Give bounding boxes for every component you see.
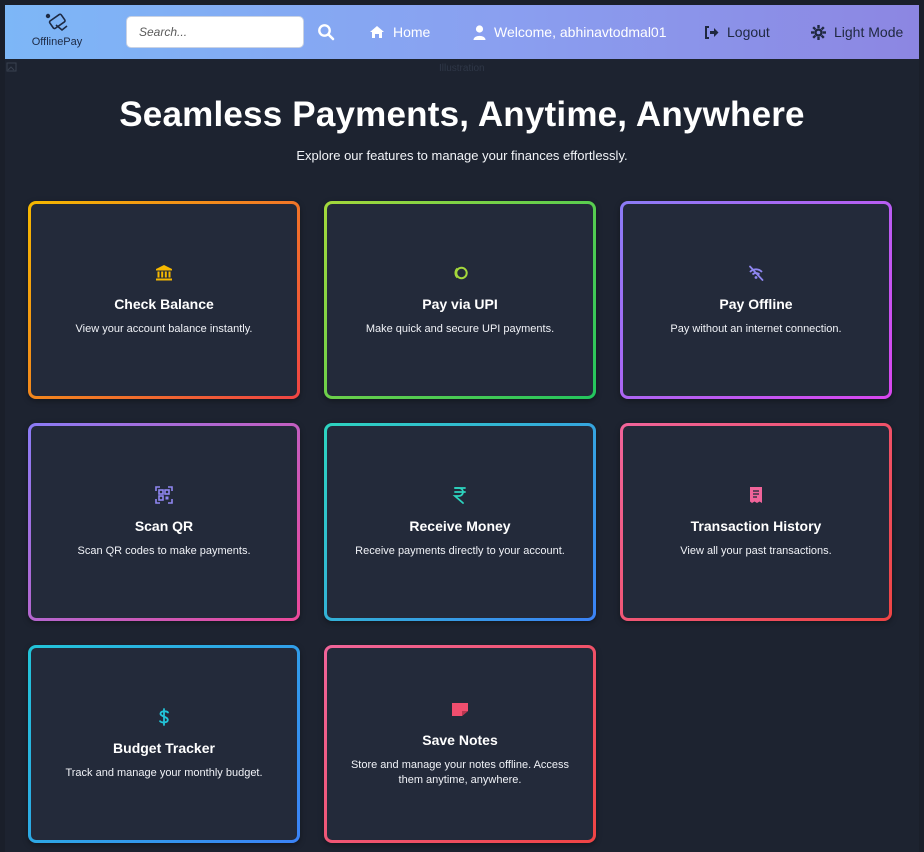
card-title: Transaction History: [690, 517, 822, 534]
offline-signal-icon: [749, 265, 764, 281]
bank-icon: [156, 264, 172, 280]
hero-subtitle: Explore our features to manage your fina…: [296, 148, 628, 163]
card-receive-money[interactable]: Receive Money Receive payments directly …: [324, 423, 596, 621]
nav-logout-link[interactable]: Logout: [704, 22, 770, 42]
user-icon: [473, 24, 486, 40]
card-title: Pay Offline: [719, 295, 793, 312]
logout-icon: [705, 25, 719, 39]
card-description: View all your past transactions.: [680, 544, 832, 557]
logo-icon: [45, 13, 68, 32]
page: OfflinePay Home Welcome, abhinavtodmal01: [5, 5, 919, 852]
card-title: Budget Tracker: [113, 739, 215, 756]
card-description: Track and manage your monthly budget.: [65, 766, 263, 779]
home-icon: [370, 26, 384, 38]
nav-home-link[interactable]: Home: [369, 22, 430, 42]
hero-title: Seamless Payments, Anytime, Anywhere: [119, 95, 805, 134]
search-input[interactable]: [126, 16, 304, 48]
card-title: Check Balance: [114, 295, 214, 312]
illustration-alt-text: Illustration: [439, 63, 485, 74]
card-transaction-history[interactable]: Transaction History View all your past t…: [620, 423, 892, 621]
card-description: Pay without an internet connection.: [670, 322, 842, 335]
theme-toggle-label: Light Mode: [834, 24, 904, 40]
nav-welcome-link[interactable]: Welcome, abhinavtodmal01: [473, 22, 667, 42]
nav-welcome-label: Welcome, abhinavtodmal01: [494, 24, 667, 40]
card-save-notes[interactable]: Save Notes Store and manage your notes o…: [324, 645, 596, 843]
search-icon[interactable]: [317, 23, 335, 41]
card-description: Scan QR codes to make payments.: [77, 544, 251, 557]
broken-image-icon: [6, 62, 17, 72]
card-title: Receive Money: [409, 517, 511, 534]
note-icon: [452, 703, 468, 716]
dollar-icon: [159, 707, 169, 726]
upi-icon: [454, 266, 468, 279]
card-description: Receive payments directly to your accoun…: [355, 544, 565, 557]
nav-logout-label: Logout: [727, 24, 770, 40]
receipt-icon: [750, 486, 762, 503]
card-scan-qr[interactable]: Scan QR Scan QR codes to make payments.: [28, 423, 300, 621]
qr-scan-icon: [155, 485, 173, 504]
card-check-balance[interactable]: Check Balance View your account balance …: [28, 201, 300, 399]
card-description: Store and manage your notes offline. Acc…: [350, 759, 570, 786]
gear-icon: [811, 24, 826, 40]
card-title: Scan QR: [134, 517, 194, 534]
card-title: Save Notes: [422, 732, 498, 748]
logo[interactable]: OfflinePay: [23, 11, 91, 55]
window-frame: OfflinePay Home Welcome, abhinavtodmal01: [0, 0, 924, 852]
card-description: Make quick and secure UPI payments.: [365, 322, 555, 335]
card-pay-via-upi[interactable]: Pay via UPI Make quick and secure UPI pa…: [324, 201, 596, 399]
theme-toggle-button[interactable]: Light Mode: [811, 22, 903, 42]
card-pay-offline[interactable]: Pay Offline Pay without an internet conn…: [620, 201, 892, 399]
card-budget-tracker[interactable]: Budget Tracker Track and manage your mon…: [28, 645, 300, 843]
navbar: OfflinePay Home Welcome, abhinavtodmal01: [5, 5, 919, 59]
card-description: View your account balance instantly.: [75, 322, 253, 335]
rupee-icon: [452, 486, 466, 504]
nav-home-label: Home: [393, 24, 431, 40]
logo-text: OfflinePay: [31, 36, 83, 48]
card-title: Pay via UPI: [422, 295, 498, 312]
